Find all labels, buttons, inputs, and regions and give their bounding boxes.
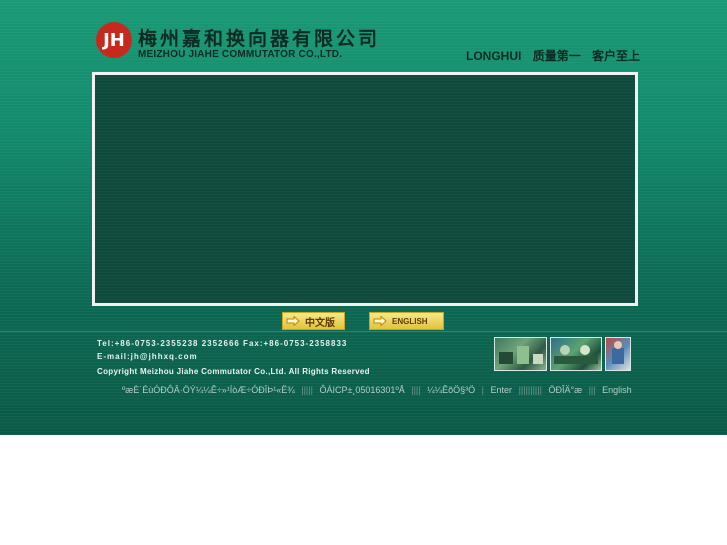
- english-version-button[interactable]: ENGLISH: [369, 312, 444, 330]
- factory-image-icon: [554, 345, 598, 364]
- footer-support: ¼¼ÊõÖ§³Ö: [427, 385, 476, 395]
- factory-thumbnail-2[interactable]: [550, 337, 602, 371]
- footer-icp: ÔÁICP±¸05016301ºÅ: [319, 385, 405, 395]
- footer-links: ºæÈ˙ÉùÓÐÔÂ·ÖÝ¼¼Ê÷»¹ÍòÆ÷ÓÐÏÞ¹«Ë¾ ||||| ÔÁ…: [122, 385, 632, 395]
- slogan-customer: 客户至上: [592, 49, 641, 63]
- chinese-version-button[interactable]: 中文版: [282, 312, 345, 330]
- company-name-chinese: 梅州嘉和换向器有限公司: [138, 28, 381, 50]
- contact-email: E-mail:jh@jhhxq.com: [97, 352, 198, 361]
- factory-thumbnail-1[interactable]: [494, 337, 547, 371]
- arrow-right-icon: [373, 316, 387, 326]
- footer-enter-link[interactable]: Enter: [491, 385, 513, 395]
- factory-image-icon: [499, 346, 543, 364]
- slogan-brand: LONGHUI: [466, 49, 522, 63]
- factory-thumbnail-3[interactable]: [605, 337, 631, 371]
- footer-divider: [0, 331, 727, 332]
- factory-image-icon: [612, 341, 624, 364]
- copyright-text: Copyright Meizhou Jiahe Commutator Co.,L…: [97, 367, 370, 376]
- footer-chinese-link[interactable]: ÖÐÎÄ°æ: [548, 385, 582, 395]
- arrow-right-icon: [286, 316, 300, 326]
- company-name-english: MEIZHOU JIAHE COMMUTATOR CO.,LTD.: [138, 49, 343, 60]
- english-version-label: ENGLISH: [392, 316, 428, 326]
- footer-address: ºæÈ˙ÉùÓÐÔÂ·ÖÝ¼¼Ê÷»¹ÍòÆ÷ÓÐÏÞ¹«Ë¾: [122, 385, 295, 395]
- flash-banner: [92, 72, 638, 306]
- footer-english-link[interactable]: English: [602, 385, 632, 395]
- slogan: LONGHUI 质量第一 客户至上: [466, 47, 648, 64]
- chinese-version-label: 中文版: [305, 317, 335, 329]
- contact-tel-fax: Tel:+86-0753-2355238 2352666 Fax:+86-075…: [97, 339, 348, 348]
- slogan-quality: 质量第一: [532, 49, 581, 63]
- company-logo-icon: JH: [96, 22, 132, 58]
